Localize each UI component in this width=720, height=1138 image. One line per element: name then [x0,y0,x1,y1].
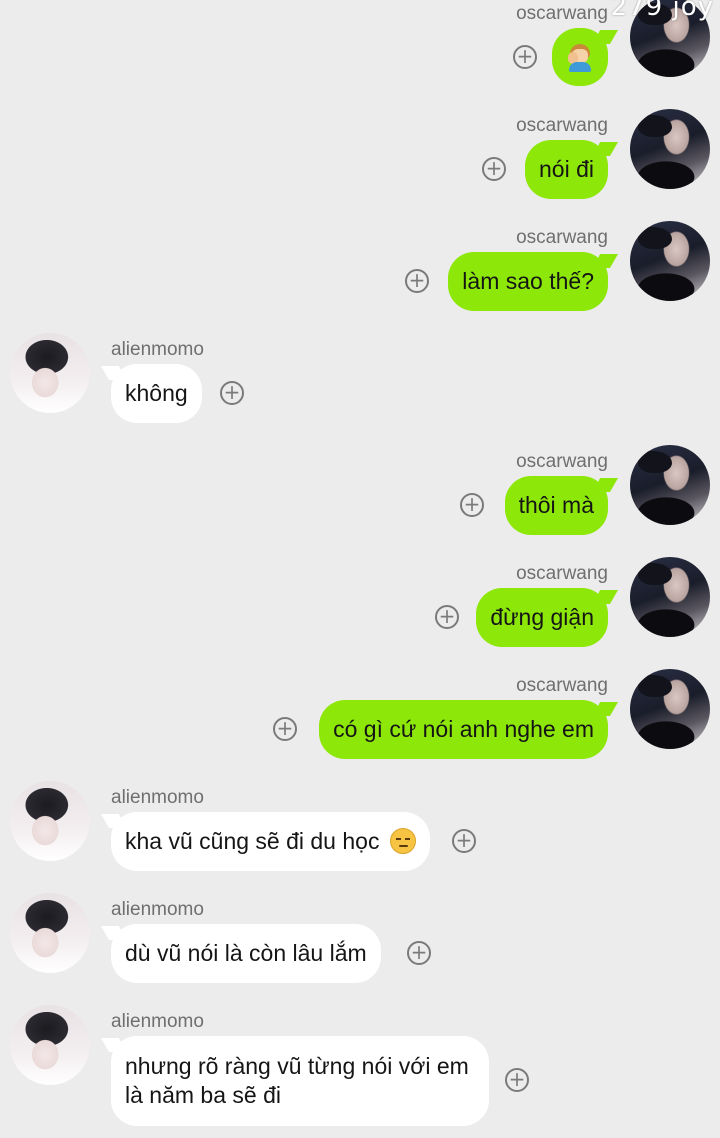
message-bubble[interactable]: kha vũ cũng sẽ đi du học [111,812,430,871]
sender-name: oscarwang [516,675,608,696]
plus-circle-icon[interactable]: + [505,1068,529,1092]
plus-circle-icon[interactable]: + [407,941,431,965]
sender-name: oscarwang [516,563,608,584]
sender-name: alienmomo [111,339,204,360]
avatar[interactable] [630,445,710,525]
sender-name: alienmomo [111,899,204,920]
sender-name: oscarwang [516,451,608,472]
message-bubble[interactable]: nói đi [525,140,608,199]
message-bubble[interactable]: đừng giận [476,588,608,647]
message-bubble[interactable]: làm sao thế? [448,252,608,311]
avatar[interactable] [630,221,710,301]
plus-circle-icon[interactable]: + [452,829,476,853]
plus-circle-icon[interactable]: + [273,717,297,741]
pensive-face-icon [389,828,416,854]
plus-circle-icon[interactable]: + [435,605,459,629]
sender-name: oscarwang [516,227,608,248]
avatar[interactable] [630,557,710,637]
sender-name: alienmomo [111,787,204,808]
message-bubble[interactable]: có gì cứ nói anh nghe em [319,700,608,759]
avatar[interactable] [10,1005,90,1085]
sender-name: oscarwang [516,3,608,24]
message-bubble[interactable]: thôi mà [504,476,608,535]
message-bubble[interactable]: dù vũ nói là còn lâu lắm [111,924,381,983]
sender-name: oscarwang [516,115,608,136]
watermark-text: 279 joy [610,0,714,22]
sender-name: alienmomo [111,1011,204,1032]
plus-circle-icon[interactable]: + [405,269,429,293]
plus-circle-icon[interactable]: + [460,493,484,517]
avatar[interactable] [10,893,90,973]
avatar[interactable] [630,669,710,749]
message-text: kha vũ cũng sẽ đi du học [125,828,380,854]
message-bubble[interactable]: nhưng rõ ràng vũ từng nói với em là năm … [111,1036,489,1126]
message-bubble[interactable]: không [111,364,202,423]
plus-circle-icon[interactable]: + [482,157,506,181]
plus-circle-icon[interactable]: + [513,45,537,69]
sticker-bubble[interactable] [552,28,608,86]
avatar[interactable] [630,109,710,189]
avatar[interactable] [10,333,90,413]
avatar[interactable] [10,781,90,861]
person-facepalming-icon [565,42,595,72]
plus-circle-icon[interactable]: + [220,381,244,405]
